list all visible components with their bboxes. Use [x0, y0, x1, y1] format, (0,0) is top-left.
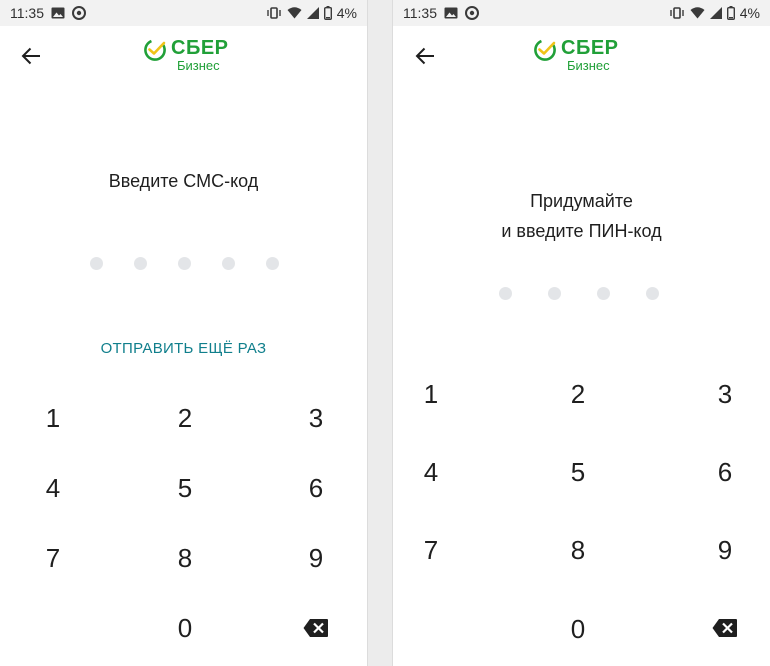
pin-code-screen: 11:35 4% СБЕР Бизнес Придумайте и введит…: [393, 0, 770, 666]
keypad-key-0[interactable]: 0: [155, 606, 215, 650]
vibrate-icon: [266, 7, 282, 19]
battery-icon: [323, 6, 332, 20]
logo-brand: СБЕР: [561, 37, 619, 59]
code-dot: [222, 257, 235, 270]
signal-icon: [709, 7, 722, 19]
code-dot: [134, 257, 147, 270]
keypad-key-4[interactable]: 4: [23, 466, 83, 510]
code-dot: [266, 257, 279, 270]
signal-icon: [306, 7, 319, 19]
keypad-key-8[interactable]: 8: [548, 528, 608, 572]
wifi-icon: [690, 7, 705, 19]
status-bar: 11:35 4%: [393, 0, 770, 26]
sms-prompt: Введите СМС-код: [108, 171, 259, 191]
arrow-left-icon: [21, 47, 40, 65]
code-dot: [178, 257, 191, 270]
keypad-key-2[interactable]: 2: [155, 396, 215, 440]
backspace-button[interactable]: [695, 606, 755, 650]
sber-logo: СБЕР Бизнес: [533, 38, 619, 72]
resend-code-button[interactable]: ОТПРАВИТЬ ЕЩЁ РАЗ: [0, 340, 367, 357]
pin-prompt-line2: и введите ПИН-код: [501, 221, 662, 241]
image-icon: [444, 7, 458, 19]
keypad-key-5[interactable]: 5: [548, 450, 608, 494]
sync-icon: [72, 6, 86, 20]
sms-code-dots: [0, 257, 367, 271]
pin-dot: [548, 287, 561, 300]
pin-dot: [646, 287, 659, 300]
keypad-key-7[interactable]: 7: [401, 528, 461, 572]
keypad-key-3[interactable]: 3: [286, 396, 346, 440]
keypad-key-6[interactable]: 6: [695, 450, 755, 494]
status-bar: 11:35 4%: [0, 0, 367, 26]
pin-code-dots: [393, 287, 770, 301]
sber-logo: СБЕР Бизнес: [143, 38, 229, 72]
battery-icon: [726, 6, 735, 20]
keypad-key-5[interactable]: 5: [155, 466, 215, 510]
logo-subtitle: Бизнес: [177, 58, 220, 73]
keypad-key-1[interactable]: 1: [401, 372, 461, 416]
keypad-key-1[interactable]: 1: [23, 396, 83, 440]
back-button[interactable]: [16, 42, 46, 70]
sber-logo-icon: [144, 39, 166, 61]
keypad-key-2[interactable]: 2: [548, 372, 608, 416]
backspace-icon: [712, 618, 738, 638]
keypad-key-4[interactable]: 4: [401, 450, 461, 494]
arrow-left-icon: [415, 47, 434, 65]
keypad-key-9[interactable]: 9: [286, 536, 346, 580]
keypad-key-3[interactable]: 3: [695, 372, 755, 416]
sber-logo-icon: [534, 39, 556, 61]
pin-dot: [597, 287, 610, 300]
keypad-key-8[interactable]: 8: [155, 536, 215, 580]
keypad-key-9[interactable]: 9: [695, 528, 755, 572]
pin-prompt-line1: Придумайте: [530, 191, 633, 211]
pin-dot: [499, 287, 512, 300]
code-dot: [90, 257, 103, 270]
status-time: 11:35: [403, 5, 437, 21]
battery-level: 4%: [739, 5, 760, 21]
vibrate-icon: [669, 7, 685, 19]
keypad-key-7[interactable]: 7: [23, 536, 83, 580]
battery-level: 4%: [336, 5, 357, 21]
keypad-key-6[interactable]: 6: [286, 466, 346, 510]
sync-icon: [465, 6, 479, 20]
back-button[interactable]: [410, 42, 440, 70]
backspace-icon: [303, 618, 329, 638]
logo-brand: СБЕР: [171, 37, 229, 59]
status-time: 11:35: [10, 5, 44, 21]
wifi-icon: [287, 7, 302, 19]
sms-code-screen: 11:35 4% СБЕР Бизнес Введите СМС-код ОТП…: [0, 0, 367, 666]
logo-subtitle: Бизнес: [567, 58, 610, 73]
image-icon: [51, 7, 65, 19]
keypad-key-0[interactable]: 0: [548, 607, 608, 651]
backspace-button[interactable]: [286, 606, 346, 650]
